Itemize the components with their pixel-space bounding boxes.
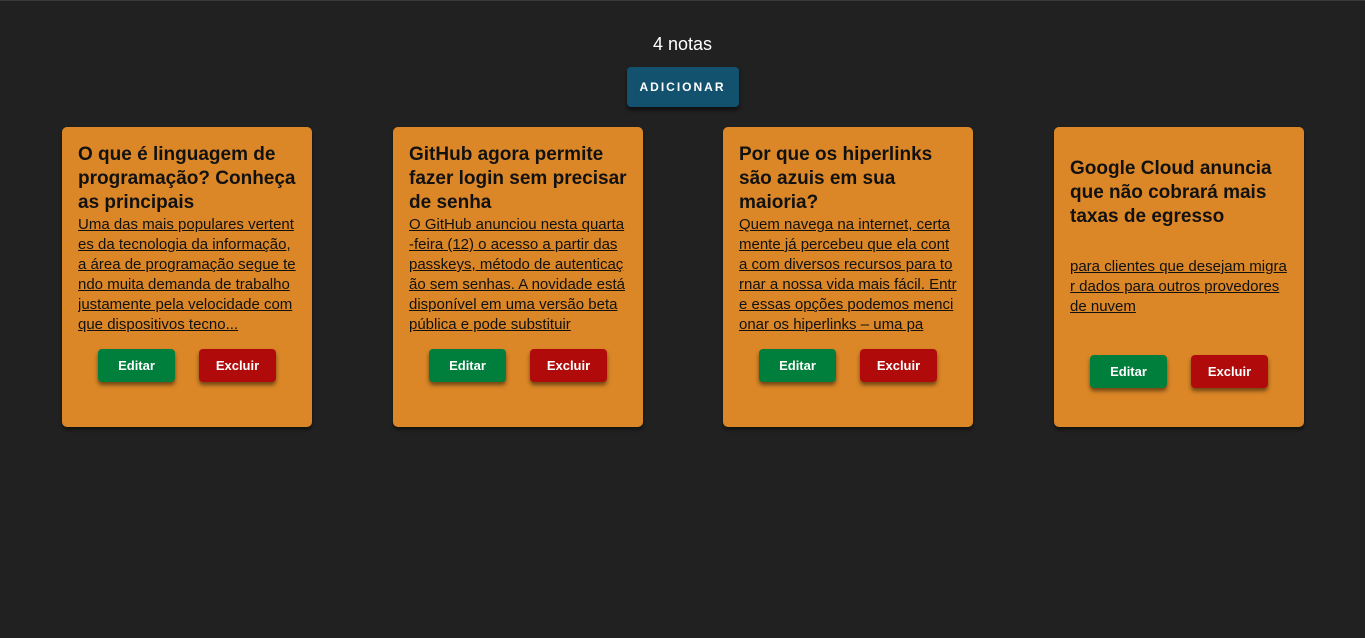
note-title: GitHub agora permite fazer login sem pre… [409, 144, 627, 213]
note-text[interactable]: Uma das mais populares vertentes da tecn… [78, 215, 296, 335]
note-card: Google Cloud anuncia que não cobrará mai… [1054, 127, 1304, 427]
note-card: GitHub agora permite fazer login sem pre… [393, 127, 643, 427]
note-text[interactable]: para clientes que desejam migrar dados p… [1070, 257, 1288, 317]
header: 4 notas ADICIONAR [0, 1, 1365, 107]
note-card: Por que os hiperlinks são azuis em sua m… [723, 127, 973, 427]
add-note-button[interactable]: ADICIONAR [626, 67, 739, 107]
note-actions: Editar Excluir [1070, 355, 1288, 388]
edit-button[interactable]: Editar [429, 349, 506, 382]
note-title: Google Cloud anuncia que não cobrará mai… [1070, 158, 1272, 227]
notes-count: 4 notas [652, 34, 713, 54]
note-title: O que é linguagem de programação? Conheç… [78, 144, 296, 213]
note-actions: Editar Excluir [409, 349, 627, 382]
note-actions: Editar Excluir [739, 349, 957, 382]
edit-button[interactable]: Editar [98, 349, 175, 382]
delete-button[interactable]: Excluir [860, 349, 937, 382]
delete-button[interactable]: Excluir [530, 349, 607, 382]
delete-button[interactable]: Excluir [1191, 355, 1268, 388]
edit-button[interactable]: Editar [1090, 355, 1167, 388]
note-title: Por que os hiperlinks são azuis em sua m… [739, 144, 933, 213]
note-text[interactable]: O GitHub anunciou nesta quarta-feira (12… [409, 215, 627, 335]
edit-button[interactable]: Editar [759, 349, 836, 382]
note-text[interactable]: Quem navega na internet, certamente já p… [739, 215, 957, 335]
notes-list: O que é linguagem de programação? Conheç… [0, 107, 1365, 427]
delete-button[interactable]: Excluir [199, 349, 276, 382]
note-actions: Editar Excluir [78, 349, 296, 382]
note-card: O que é linguagem de programação? Conheç… [62, 127, 312, 427]
